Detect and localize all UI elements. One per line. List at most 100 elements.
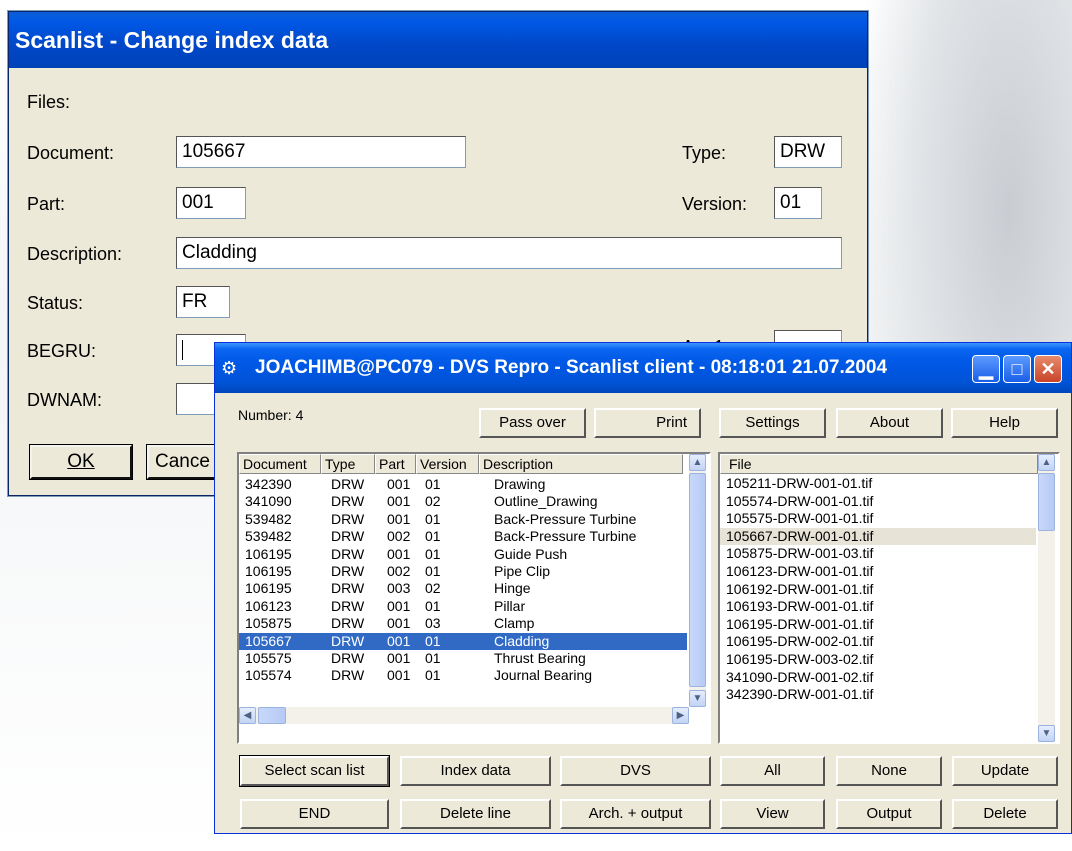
table-cell: 001: [387, 545, 411, 562]
table-cell: 001: [387, 632, 411, 649]
col-header-description[interactable]: Description: [479, 454, 683, 474]
scan-list-table[interactable]: Document Type Part Version Description 3…: [237, 452, 711, 744]
table-row[interactable]: 105574 DRW 001 01 Journal Bearing: [239, 667, 687, 684]
list-item[interactable]: 342390-DRW-001-01.tif: [720, 686, 1036, 703]
maximize-button[interactable]: □: [1003, 355, 1031, 383]
table-cell: DRW: [331, 528, 365, 545]
scan-vscrollbar[interactable]: ▲ ▼: [689, 454, 706, 707]
list-item[interactable]: 105574-DRW-001-01.tif: [720, 493, 1036, 510]
table-row[interactable]: 106195 DRW 002 01 Pipe Clip: [239, 563, 687, 580]
text-cursor: [182, 339, 183, 360]
table-row[interactable]: 105667 DRW 001 01 Cladding: [239, 632, 687, 650]
delete-line-button[interactable]: Delete line: [400, 799, 551, 829]
table-row[interactable]: 105875 DRW 001 03 Clamp: [239, 615, 687, 632]
view-button[interactable]: View: [720, 799, 825, 829]
table-cell: 001: [387, 650, 411, 666]
part-field[interactable]: 001: [176, 187, 246, 219]
cancel-button-label: Cance: [155, 451, 210, 472]
print-button[interactable]: Print: [594, 408, 701, 438]
none-button[interactable]: None: [836, 756, 942, 786]
file-scroll-up-button[interactable]: ▲: [1038, 454, 1055, 471]
list-item[interactable]: 341090-DRW-001-02.tif: [720, 669, 1036, 686]
col-header-document[interactable]: Document: [239, 454, 321, 474]
file-list[interactable]: File 105211-DRW-001-01.tif 105574-DRW-001…: [718, 452, 1060, 744]
list-item[interactable]: 106195-DRW-001-01.tif: [720, 616, 1036, 633]
update-button[interactable]: Update: [952, 756, 1058, 786]
dvs-button[interactable]: DVS: [560, 756, 711, 786]
file-scroll-thumb[interactable]: [1038, 473, 1055, 531]
col-header-type[interactable]: Type: [321, 454, 375, 474]
version-label: Version:: [682, 194, 748, 214]
col-header-version[interactable]: Version: [416, 454, 479, 474]
scroll-up-button[interactable]: ▲: [689, 454, 706, 471]
arch-output-button[interactable]: Arch. + output: [560, 799, 711, 829]
scroll-down-button[interactable]: ▼: [689, 690, 706, 707]
select-scan-list-button[interactable]: Select scan list: [239, 755, 390, 787]
scan-hscrollbar[interactable]: ◀ ▶: [239, 707, 689, 724]
table-cell: 01: [425, 563, 441, 579]
list-item[interactable]: 106195-DRW-002-01.tif: [720, 633, 1036, 650]
list-item[interactable]: 106195-DRW-003-02.tif: [720, 651, 1036, 668]
list-item[interactable]: 105667-DRW-001-01.tif: [720, 527, 1036, 545]
table-cell: Pipe Clip: [494, 563, 551, 579]
table-cell: DRW: [331, 476, 365, 492]
table-row[interactable]: 105575 DRW 001 01 Thrust Bearing: [239, 650, 687, 667]
table-cell: Back-Pressure Turbine: [494, 528, 637, 545]
close-button[interactable]: ✕: [1034, 355, 1062, 383]
title-bar[interactable]: ⚙ JOACHIMB@PC079 - DVS Repro - Scanlist …: [215, 343, 1071, 393]
settings-button[interactable]: Settings: [719, 408, 826, 438]
document-label: Document:: [27, 143, 115, 163]
list-item[interactable]: 106193-DRW-001-01.tif: [720, 598, 1036, 615]
number-label: Number: 4: [238, 407, 304, 423]
table-cell: 539482: [245, 528, 292, 545]
type-field[interactable]: DRW: [774, 136, 842, 168]
table-row[interactable]: 106195 DRW 001 01 Guide Push: [239, 546, 687, 563]
about-button[interactable]: About: [836, 408, 943, 438]
index-data-button[interactable]: Index data: [400, 756, 551, 786]
list-item[interactable]: 105211-DRW-001-01.tif: [720, 475, 1036, 492]
output-button[interactable]: Output: [836, 799, 942, 829]
table-cell: Journal Bearing: [494, 667, 593, 684]
status-field[interactable]: FR: [176, 286, 230, 318]
delete-button[interactable]: Delete: [952, 799, 1058, 829]
ok-button[interactable]: OK: [29, 444, 133, 480]
scroll-left-button[interactable]: ◀: [239, 707, 256, 724]
document-field[interactable]: 105667: [176, 136, 466, 168]
scroll-thumb[interactable]: [689, 473, 706, 687]
table-cell: Hinge: [494, 580, 531, 597]
pass-over-button[interactable]: Pass over: [479, 408, 586, 438]
list-item[interactable]: 105575-DRW-001-01.tif: [720, 510, 1036, 527]
scanlist-client-window: ⚙ JOACHIMB@PC079 - DVS Repro - Scanlist …: [214, 342, 1072, 834]
chevron-up-icon: ▲: [692, 457, 703, 468]
table-cell: 02: [425, 580, 441, 597]
description-field[interactable]: Cladding: [176, 237, 842, 269]
table-row[interactable]: 106123 DRW 001 01 Pillar: [239, 598, 687, 615]
table-cell: DRW: [331, 632, 365, 649]
help-button[interactable]: Help: [951, 408, 1058, 438]
table-row[interactable]: 539482 DRW 002 01 Back-Pressure Turbine: [239, 528, 687, 545]
list-item[interactable]: 106192-DRW-001-01.tif: [720, 581, 1036, 598]
table-row[interactable]: 342390 DRW 001 01 Drawing: [239, 476, 687, 493]
list-item[interactable]: 105875-DRW-001-03.tif: [720, 545, 1036, 562]
app-icon: ⚙: [221, 358, 238, 378]
minimize-button[interactable]: ▁: [972, 355, 1000, 383]
file-vscrollbar[interactable]: ▲ ▼: [1038, 454, 1055, 742]
table-row[interactable]: 539482 DRW 001 01 Back-Pressure Turbine: [239, 511, 687, 528]
table-row[interactable]: 106195 DRW 003 02 Hinge: [239, 580, 687, 597]
table-cell: DRW: [331, 493, 365, 510]
table-cell: 341090: [245, 493, 292, 510]
end-button[interactable]: END: [240, 799, 389, 829]
status-label: Status:: [27, 293, 84, 313]
scroll-right-button[interactable]: ▶: [672, 707, 689, 724]
col-header-part[interactable]: Part: [375, 454, 416, 474]
file-scroll-down-button[interactable]: ▼: [1038, 725, 1055, 742]
table-row[interactable]: 341090 DRW 001 02 Outline_Drawing: [239, 493, 687, 510]
list-item[interactable]: 106123-DRW-001-01.tif: [720, 563, 1036, 580]
table-cell: Outline_Drawing: [494, 493, 598, 510]
all-button[interactable]: All: [720, 756, 825, 786]
table-cell: 01: [425, 545, 441, 562]
col-header-file[interactable]: File: [720, 454, 1038, 474]
version-field[interactable]: 01: [774, 187, 822, 219]
table-cell: 106195: [245, 580, 292, 597]
hscroll-thumb[interactable]: [258, 707, 286, 724]
